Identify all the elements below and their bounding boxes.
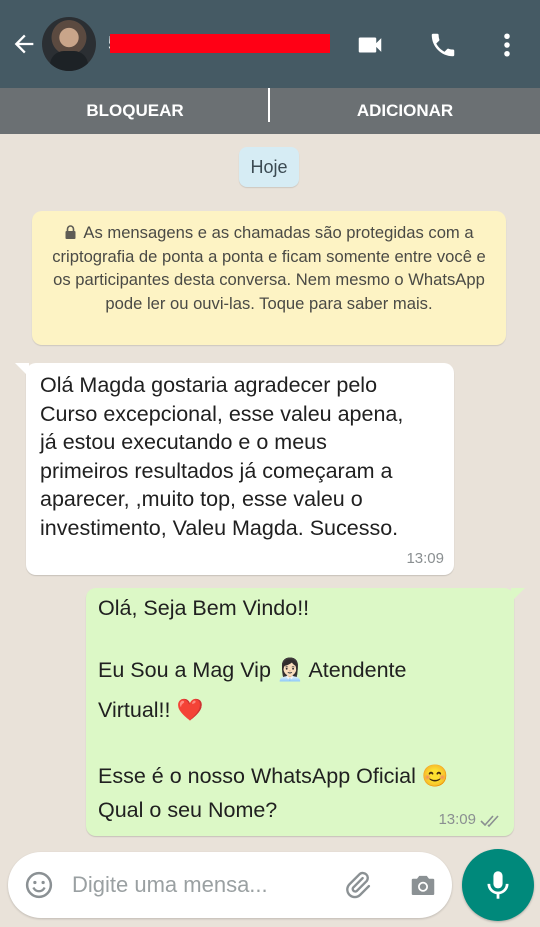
- camera-icon[interactable]: [408, 870, 438, 900]
- double-check-icon: [480, 815, 499, 828]
- message-time: 13:09: [406, 550, 444, 567]
- message-line: Eu Sou a Mag Vip 👩🏻‍💼 Atendente: [98, 658, 407, 682]
- message-input[interactable]: Digite uma mensa...: [72, 872, 268, 898]
- encryption-notice-text: As mensagens e as chamadas são protegida…: [52, 223, 486, 313]
- message-line: Qual o seu Nome?: [98, 798, 278, 822]
- encryption-notice[interactable]: As mensagens e as chamadas são protegida…: [32, 211, 506, 345]
- phone-icon[interactable]: [428, 30, 458, 60]
- emoji-icon[interactable]: [24, 870, 54, 900]
- video-call-icon[interactable]: [355, 30, 385, 60]
- lock-icon: [65, 225, 76, 239]
- outgoing-message[interactable]: Olá, Seja Bem Vindo!! Eu Sou a Mag Vip 👩…: [86, 588, 525, 836]
- incoming-message[interactable]: Olá Magda gostaria agradecer pelo Curso …: [15, 363, 454, 575]
- message-line: Esse é o nosso WhatsApp Oficial 😊: [98, 764, 449, 788]
- block-button[interactable]: BLOQUEAR: [0, 101, 270, 121]
- unknown-contact-actions: BLOQUEAR ADICIONAR: [0, 88, 540, 134]
- mic-icon: [487, 871, 509, 899]
- back-arrow-icon[interactable]: [10, 30, 38, 58]
- message-text: Olá Magda gostaria agradecer pelo Curso …: [40, 373, 404, 540]
- add-contact-button[interactable]: ADICIONAR: [270, 101, 540, 121]
- divider: [268, 88, 270, 122]
- mic-button[interactable]: [462, 849, 534, 921]
- message-line: Olá, Seja Bem Vindo!!: [98, 596, 310, 620]
- message-time: 13:09: [438, 811, 476, 828]
- attach-icon[interactable]: [342, 870, 372, 900]
- message-line: Virtual!! ❤️: [98, 698, 204, 722]
- date-chip: Hoje: [239, 147, 299, 187]
- chat-header: 55 11 96283-31..: [0, 0, 540, 88]
- more-vertical-icon[interactable]: [492, 30, 522, 60]
- avatar[interactable]: [42, 17, 96, 71]
- redaction-bar: [110, 34, 330, 53]
- message-composer: Digite uma mensa...: [8, 852, 452, 918]
